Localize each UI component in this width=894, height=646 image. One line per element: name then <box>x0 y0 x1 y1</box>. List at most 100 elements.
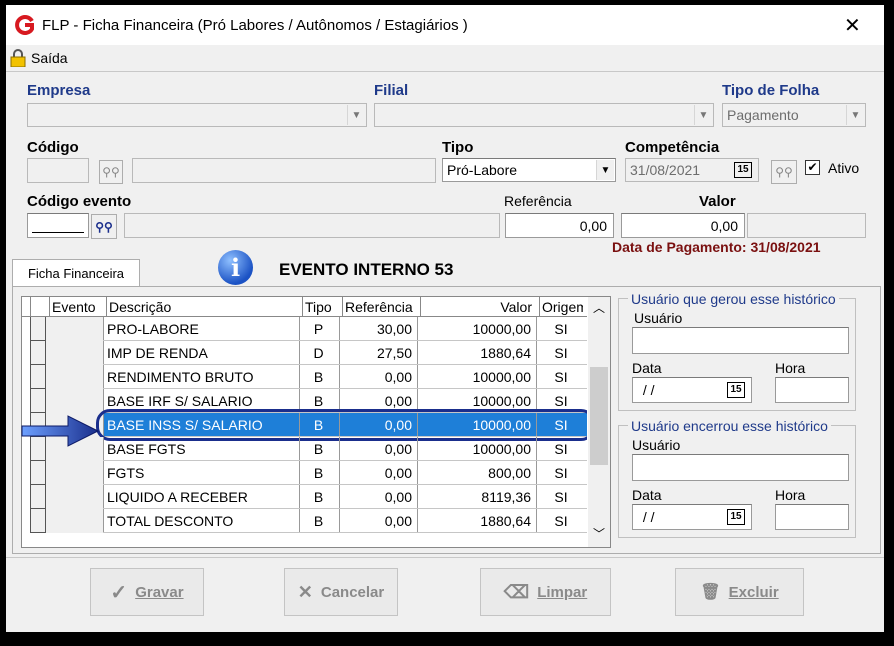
column-header-origem[interactable]: Origem <box>539 297 583 317</box>
excluir-button[interactable]: 🗑 Excluir <box>675 568 804 616</box>
title-bar: FLP - Ficha Financeira (Pró Labores / Au… <box>6 5 884 45</box>
filial-label: Filial <box>374 82 409 99</box>
scroll-down-icon[interactable]: ﹀ <box>588 523 610 545</box>
cell-divider <box>536 509 537 533</box>
cell-valor: 8119,36 <box>481 489 531 505</box>
table-row[interactable]: TOTAL DESCONTO B 0,00 1880,64 SI <box>22 509 587 533</box>
exit-menu-item[interactable]: Saída <box>10 47 68 69</box>
empresa-select[interactable]: ▼ <box>27 103 367 127</box>
cell-divider <box>417 509 418 533</box>
search-evento-button[interactable]: ⚲⚲ <box>91 214 117 239</box>
cell-divider <box>103 437 104 461</box>
column-header-referencia[interactable]: Referência <box>342 297 413 317</box>
closed-data-value: / / <box>639 509 655 525</box>
vertical-scrollbar[interactable]: ︿ ﹀ <box>588 297 610 547</box>
empresa-label: Empresa <box>27 82 91 99</box>
cell-tipo: P <box>313 321 324 337</box>
created-usuario-label: Usuário <box>634 310 683 326</box>
exit-menu-label: Saída <box>31 50 68 66</box>
scroll-up-icon[interactable]: ︿ <box>588 297 610 319</box>
row-indicator[interactable] <box>30 365 46 389</box>
closed-hora-input[interactable] <box>775 504 849 530</box>
table-row[interactable]: FGTS B 0,00 800,00 SI <box>22 461 587 485</box>
closed-data-input[interactable]: / / 15 <box>632 504 752 530</box>
tab-ficha-financeira[interactable]: Ficha Financeira <box>12 259 140 287</box>
column-header-tipo[interactable]: Tipo <box>302 297 335 317</box>
cell-divider <box>299 437 300 461</box>
limpar-button[interactable]: ⌫ Limpar <box>480 568 611 616</box>
gravar-label: Gravar <box>135 583 184 601</box>
row-indicator[interactable] <box>30 389 46 413</box>
calendar-icon[interactable]: 15 <box>727 509 745 525</box>
row-indicator[interactable] <box>30 341 46 365</box>
cell-divider <box>299 341 300 365</box>
cell-divider <box>339 485 340 509</box>
cell-valor: 10000,00 <box>472 369 531 385</box>
tipo-select[interactable]: Pró-Labore ▼ <box>442 158 616 182</box>
valor-input[interactable]: 0,00 <box>621 213 745 238</box>
table-row[interactable]: LIQUIDO A RECEBER B 0,00 8119,36 SI <box>22 485 587 509</box>
evento-cell <box>46 485 103 509</box>
excluir-label: Excluir <box>728 583 779 601</box>
table-row[interactable]: IMP DE RENDA D 27,50 1880,64 SI <box>22 341 587 365</box>
cancel-x-icon: ✕ <box>297 581 313 602</box>
filial-select[interactable]: ▼ <box>374 103 714 127</box>
cell-referencia: 0,00 <box>384 489 412 505</box>
cell-divider <box>417 461 418 485</box>
evento-cell <box>46 341 103 365</box>
closed-usuario-label: Usuário <box>632 437 681 453</box>
eraser-icon: ⌫ <box>503 581 530 602</box>
cell-referencia: 27,50 <box>376 345 412 361</box>
cell-divider <box>417 365 418 389</box>
row-indicator[interactable] <box>30 485 46 509</box>
scroll-thumb[interactable] <box>590 367 608 465</box>
row-indicator[interactable] <box>30 461 46 485</box>
cell-divider <box>417 485 418 509</box>
search-codigo-button[interactable]: ⚲⚲ <box>99 160 123 184</box>
created-hora-input[interactable] <box>775 377 849 403</box>
cell-divider <box>339 461 340 485</box>
codigo-name-display <box>132 158 436 183</box>
cell-referencia: 0,00 <box>384 513 412 529</box>
tipo-label: Tipo <box>442 139 474 156</box>
gravar-button[interactable]: ✓ Gravar <box>90 568 204 616</box>
table-row[interactable]: PRO-LABORE P 30,00 10000,00 SI <box>22 317 587 341</box>
table-row[interactable]: RENDIMENTO BRUTO B 0,00 10000,00 SI <box>22 365 587 389</box>
calendar-icon[interactable]: 15 <box>734 162 752 178</box>
cell-descricao: PRO-LABORE <box>107 321 199 337</box>
cell-valor: 10000,00 <box>472 321 531 337</box>
created-data-input[interactable]: / / 15 <box>632 377 752 403</box>
row-indicator[interactable] <box>30 509 46 533</box>
cell-divider <box>339 365 340 389</box>
row-indicator[interactable] <box>30 317 46 341</box>
closed-usuario-input[interactable] <box>632 454 849 481</box>
valor-label: Valor <box>699 193 736 210</box>
search-competencia-button[interactable]: ⚲⚲ <box>771 160 797 184</box>
cell-divider <box>299 317 300 341</box>
text-cursor <box>32 232 84 233</box>
ativo-checkbox[interactable]: ✔ <box>805 160 820 175</box>
close-icon[interactable]: ✕ <box>844 13 861 38</box>
cell-tipo: B <box>313 513 324 529</box>
table-row[interactable]: BASE FGTS B 0,00 10000,00 SI <box>22 437 587 461</box>
cell-referencia: 0,00 <box>384 465 412 481</box>
competencia-input[interactable]: 31/08/2021 15 <box>625 158 759 182</box>
created-hora-label: Hora <box>775 360 806 376</box>
referencia-input[interactable]: 0,00 <box>505 213 614 238</box>
codigo-evento-label: Código evento <box>27 193 132 210</box>
info-icon: i <box>218 250 253 285</box>
tipo-folha-select[interactable]: Pagamento ▼ <box>722 103 866 127</box>
cell-origem: SI <box>554 321 568 337</box>
created-usuario-input[interactable] <box>632 327 849 354</box>
cancelar-button[interactable]: ✕ Cancelar <box>284 568 398 616</box>
codigo-input[interactable] <box>27 158 89 183</box>
cell-divider <box>103 365 104 389</box>
column-header-valor[interactable]: Valor <box>420 297 532 317</box>
column-header-descricao[interactable]: Descrição <box>106 297 295 317</box>
window: FLP - Ficha Financeira (Pró Labores / Au… <box>6 5 884 632</box>
column-header-evento[interactable]: Evento <box>49 297 99 317</box>
codigo-evento-input[interactable] <box>27 213 89 238</box>
calendar-icon[interactable]: 15 <box>727 382 745 398</box>
cell-divider <box>299 485 300 509</box>
created-data-label: Data <box>632 360 662 376</box>
